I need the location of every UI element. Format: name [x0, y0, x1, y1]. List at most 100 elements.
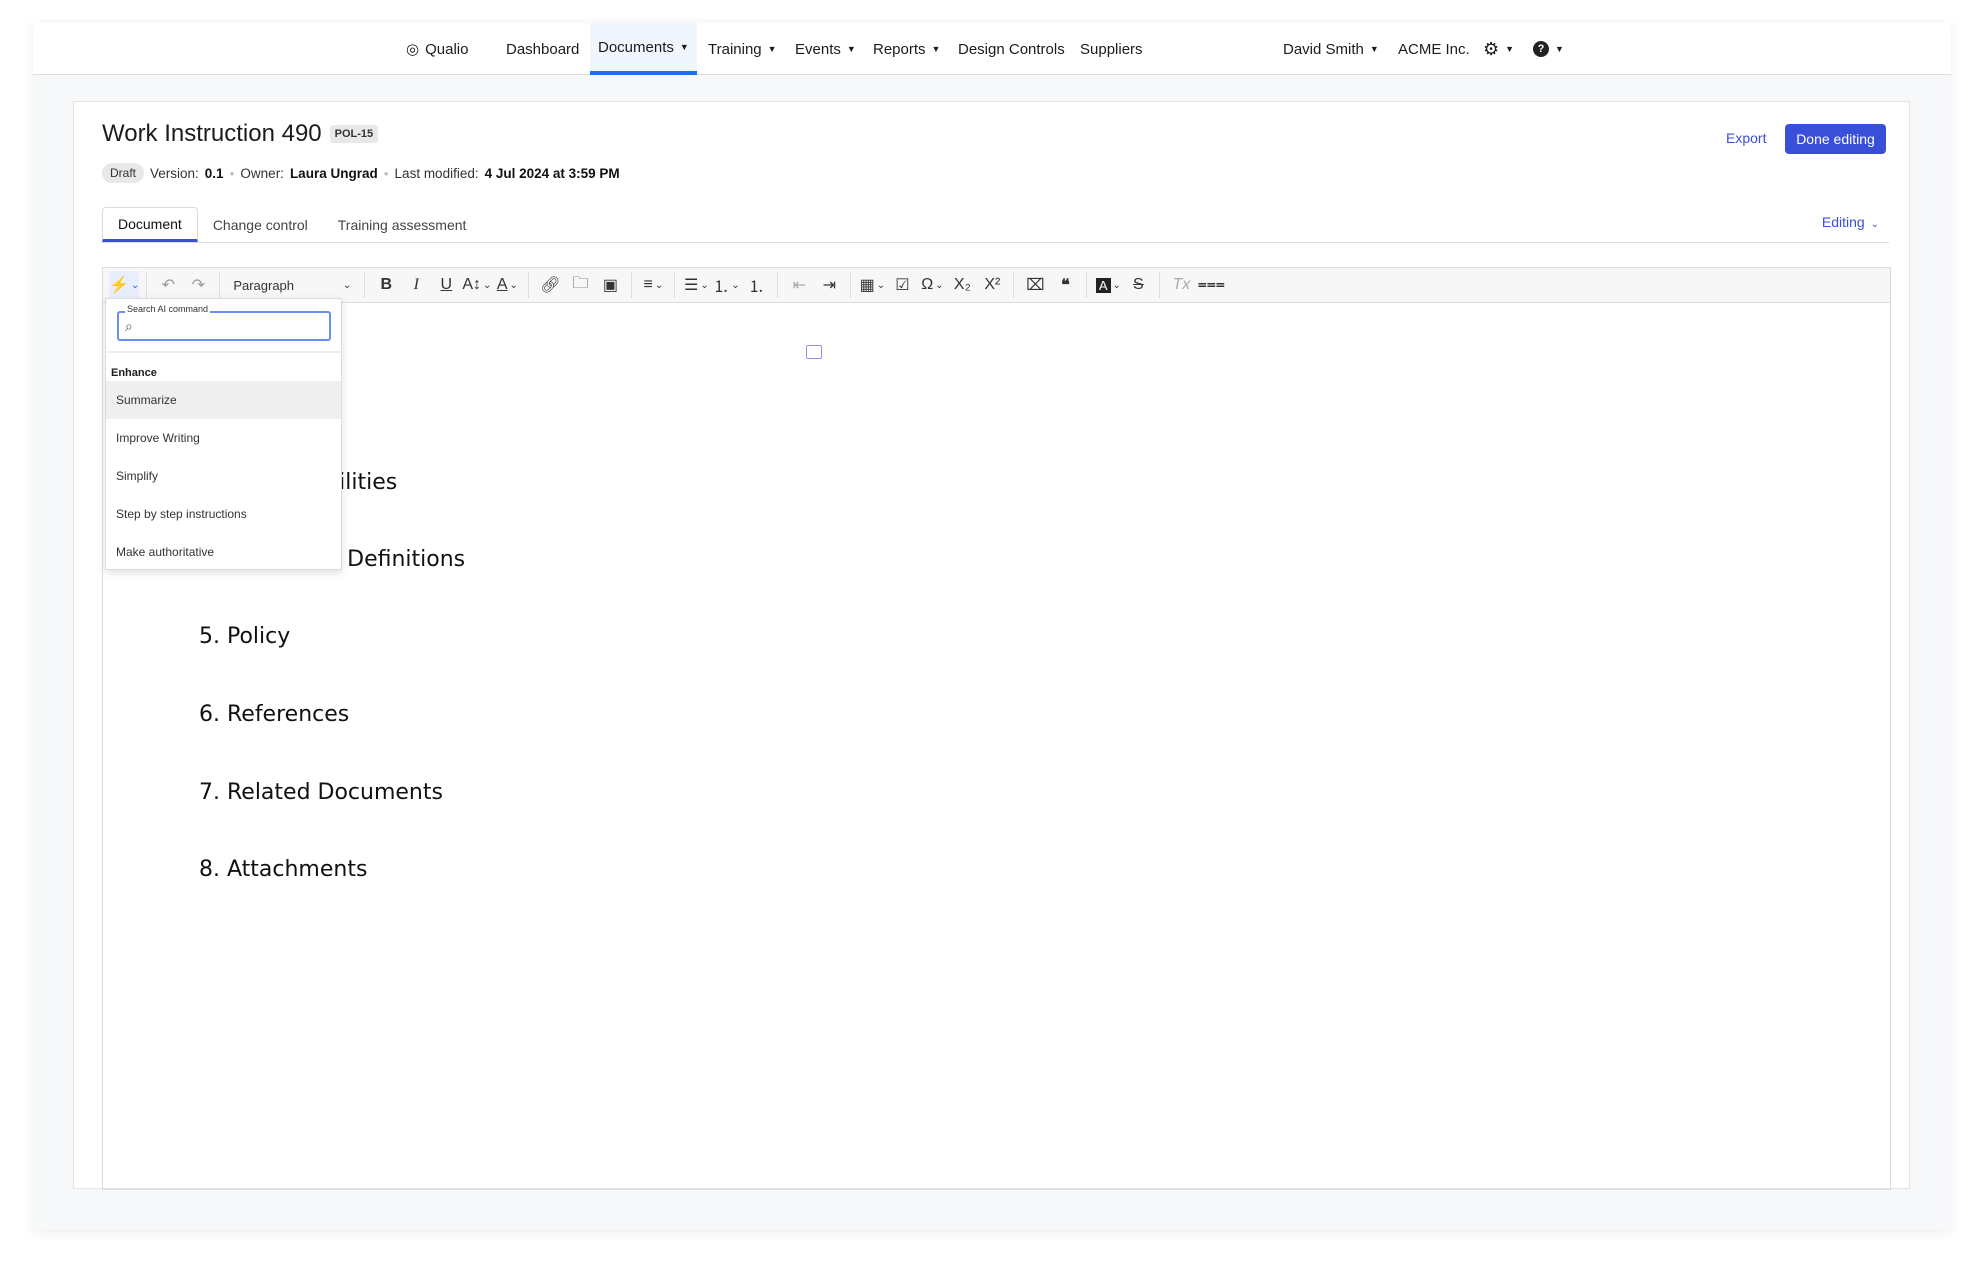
nav-events[interactable]: Events ▼	[795, 23, 856, 75]
divider	[631, 272, 633, 298]
caret-down-icon: ▼	[846, 44, 856, 54]
tab-document[interactable]: Document	[102, 207, 198, 242]
nav-reports[interactable]: Reports ▼	[873, 23, 940, 75]
heading: 6. References	[199, 702, 350, 727]
chevron-down-icon: ⌄	[700, 279, 709, 291]
align-button[interactable]: ≡ ⌄	[639, 271, 667, 299]
superscript-icon: X²	[984, 276, 1001, 293]
settings-menu[interactable]: ⚙ ▼	[1483, 23, 1514, 75]
divider	[146, 272, 148, 298]
nav-design-controls[interactable]: Design Controls	[958, 23, 1065, 75]
nav-documents[interactable]: Documents ▼	[590, 23, 697, 75]
nav-training[interactable]: Training ▼	[708, 23, 777, 75]
numbered-list-button[interactable]: ⒈ ⌄	[712, 271, 740, 299]
font-color-button[interactable]: A ⌄	[493, 271, 521, 299]
undo-icon: ↶	[161, 277, 176, 294]
tab-training-assessment[interactable]: Training assessment	[323, 207, 482, 242]
insert-file-button[interactable]: 🗀	[566, 271, 594, 299]
org-name[interactable]: ACME Inc.	[1398, 23, 1470, 75]
bullet-list-button[interactable]: ☰ ⌄	[682, 271, 710, 299]
strikethrough-button[interactable]: S	[1124, 271, 1152, 299]
bold-button[interactable]: B	[372, 271, 400, 299]
modified-label: Last modified:	[394, 165, 479, 181]
user-name: David Smith	[1283, 40, 1364, 58]
checklist-button[interactable]: ☑	[888, 271, 916, 299]
heading: 7. Related Documents	[199, 780, 443, 805]
redo-icon: ↷	[191, 277, 206, 294]
nav-label: Documents	[598, 38, 674, 56]
version-value: 0.1	[204, 165, 224, 181]
link-button[interactable]: 🔗︎	[536, 271, 564, 299]
document-panel: Work Instruction 490 POL-15 Draft Version…	[73, 101, 1910, 1190]
multilevel-list-button[interactable]: ⒈	[742, 271, 770, 299]
outdent-button[interactable]: ⇤	[785, 271, 813, 299]
multilevel-list-icon: ⒈	[748, 279, 765, 296]
qualio-logo[interactable]: ◎ Qualio	[406, 23, 468, 75]
ai-assistant-button[interactable]: ⚡ ⌄	[109, 271, 140, 299]
search-label: Search AI command	[125, 304, 211, 314]
indent-button[interactable]: ⇥	[815, 271, 843, 299]
underline-button[interactable]: U	[432, 271, 460, 299]
superscript-button[interactable]: X²	[978, 271, 1006, 299]
insert-image-button[interactable]: ▣	[596, 271, 624, 299]
indent-icon: ⇥	[822, 277, 837, 294]
page-break-button[interactable]: ⩶	[1197, 271, 1225, 299]
nav-label: Events	[795, 40, 841, 58]
caret-down-icon: ▼	[679, 42, 689, 52]
divider	[528, 272, 530, 298]
nav-dashboard[interactable]: Dashboard	[506, 23, 579, 75]
ai-search-input[interactable]: Search AI command ⌕	[117, 304, 331, 341]
subscript-button[interactable]: X₂	[948, 271, 976, 299]
font-size-icon: A↕	[462, 276, 481, 293]
outdent-icon: ⇤	[792, 277, 807, 294]
undo-button[interactable]: ↶	[154, 271, 182, 299]
clear-format-button[interactable]: Tx	[1167, 271, 1195, 299]
image-upload-icon: ▣	[602, 277, 618, 294]
top-nav: ◎ Qualio Dashboard Documents ▼ Training ▼ E…	[33, 23, 1951, 75]
dot-separator: ●	[383, 168, 389, 178]
help-menu[interactable]: ? ▼	[1533, 23, 1564, 75]
redo-button[interactable]: ↷	[184, 271, 212, 299]
done-editing-button[interactable]: Done editing	[1785, 124, 1886, 154]
divider	[106, 351, 341, 353]
ai-option-improve-writing[interactable]: Improve Writing	[106, 419, 341, 457]
font-color-icon: A	[496, 276, 508, 293]
nav-label: Reports	[873, 40, 926, 58]
help-icon: ?	[1533, 41, 1549, 57]
font-size-button[interactable]: A↕ ⌄	[462, 271, 491, 299]
italic-button[interactable]: I	[402, 271, 430, 299]
editor-content[interactable]: 3. Responsibilities 4. Terms and Definit…	[102, 302, 1891, 1190]
special-char-button[interactable]: Ω ⌄	[918, 271, 946, 299]
ai-option-simplify[interactable]: Simplify	[106, 457, 341, 495]
source-code-icon: ⌧	[1026, 277, 1045, 294]
comment-icon[interactable]	[806, 345, 822, 359]
link-icon: 🔗︎	[540, 277, 561, 294]
logo-icon: ◎	[406, 41, 420, 58]
ai-option-make-authoritative[interactable]: Make authoritative	[106, 533, 341, 571]
strikethrough-icon: S	[1133, 276, 1144, 293]
highlight-button[interactable]: A ⌄	[1094, 271, 1122, 299]
user-menu[interactable]: David Smith ▼	[1283, 23, 1379, 75]
export-link[interactable]: Export	[1726, 130, 1766, 146]
ai-command-dropdown: Search AI command ⌕ Enhance Summarize Im…	[105, 298, 342, 570]
tab-change-control[interactable]: Change control	[198, 207, 323, 242]
chevron-down-icon: ⌄	[731, 279, 740, 291]
divider	[1086, 272, 1088, 298]
ai-option-summarize[interactable]: Summarize	[106, 381, 341, 419]
bullet-list-icon: ☰	[684, 277, 699, 294]
blockquote-button[interactable]: ❝	[1051, 271, 1079, 299]
paragraph-select[interactable]: Paragraph ⌄	[227, 271, 357, 299]
title-text: Work Instruction 490	[102, 120, 322, 147]
highlight-icon: A	[1095, 277, 1111, 293]
divider	[674, 272, 676, 298]
subscript-icon: X₂	[953, 276, 971, 293]
table-button[interactable]: ▦ ⌄	[858, 271, 886, 299]
mode-select[interactable]: Editing ⌄	[1822, 214, 1879, 230]
owner-label: Owner:	[240, 165, 284, 181]
ai-option-step-by-step[interactable]: Step by step instructions	[106, 495, 341, 533]
table-icon: ▦	[859, 277, 875, 294]
source-button[interactable]: ⌧	[1021, 271, 1049, 299]
status-badge: Draft	[102, 163, 145, 183]
align-left-icon: ≡	[643, 276, 653, 293]
nav-suppliers[interactable]: Suppliers	[1080, 23, 1143, 75]
